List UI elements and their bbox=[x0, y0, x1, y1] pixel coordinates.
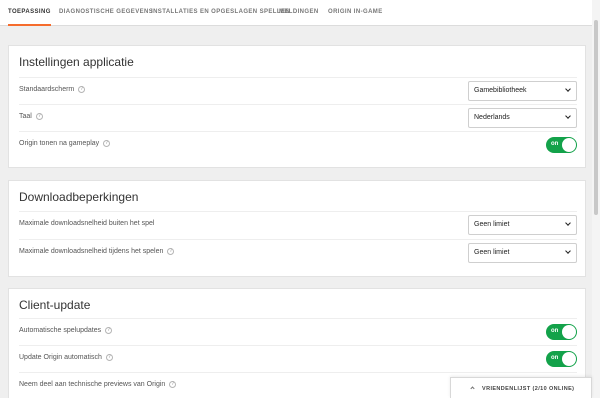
download-limit-outside-dropdown[interactable]: Geen limiet bbox=[468, 215, 577, 235]
setting-row-download-during-game: Maximale downloadsnelheid tijdens het sp… bbox=[19, 239, 577, 266]
setting-label: Automatische spelupdates ? bbox=[19, 327, 113, 334]
tab-toepassing[interactable]: TOEPASSING bbox=[8, 0, 51, 26]
setting-label: Taal ? bbox=[19, 113, 43, 120]
show-origin-toggle[interactable]: on bbox=[546, 137, 577, 153]
toggle-state: on bbox=[551, 141, 559, 147]
setting-label: Maximale downloadsnelheid buiten het spe… bbox=[19, 220, 155, 227]
dropdown-value: Geen limiet bbox=[474, 249, 510, 256]
toggle-knob bbox=[562, 352, 576, 366]
settings-tab-bar: TOEPASSING DIAGNOSTISCHE GEGEVENS INSTAL… bbox=[0, 0, 592, 26]
setting-row-auto-origin-update: Update Origin automatisch ? on bbox=[19, 345, 577, 372]
setting-label: Maximale downloadsnelheid tijdens het sp… bbox=[19, 248, 175, 255]
setting-row-language: Taal ? Nederlands bbox=[19, 104, 577, 131]
toggle-knob bbox=[562, 325, 576, 339]
setting-row-show-in-game: Origin tonen na gameplay ? on bbox=[19, 131, 577, 158]
auto-origin-update-toggle[interactable]: on bbox=[546, 351, 577, 367]
auto-game-updates-toggle[interactable]: on bbox=[546, 324, 577, 340]
default-screen-dropdown[interactable]: Gamebibliotheek bbox=[468, 81, 577, 101]
section-title: Downloadbeperkingen bbox=[19, 190, 139, 204]
setting-row-auto-game-updates: Automatische spelupdates ? on bbox=[19, 318, 577, 345]
help-icon[interactable]: ? bbox=[105, 327, 113, 334]
help-icon[interactable]: ? bbox=[35, 113, 43, 120]
tab-diagnostische-gegevens[interactable]: DIAGNOSTISCHE GEGEVENS bbox=[59, 0, 153, 26]
setting-label: Update Origin automatisch ? bbox=[19, 354, 113, 361]
chevron-down-icon bbox=[565, 220, 571, 226]
toggle-state: on bbox=[551, 355, 559, 361]
friends-list-bar[interactable]: VRIENDENLIJST (2/10 ONLINE) bbox=[450, 377, 592, 398]
dropdown-value: Geen limiet bbox=[474, 221, 510, 228]
setting-label: Origin tonen na gameplay ? bbox=[19, 140, 111, 147]
setting-label: Standaardscherm ? bbox=[19, 86, 86, 93]
help-icon[interactable]: ? bbox=[167, 248, 175, 255]
section-title: Instellingen applicatie bbox=[19, 55, 134, 69]
dropdown-value: Gamebibliotheek bbox=[474, 87, 527, 94]
scrollbar-thumb[interactable] bbox=[594, 20, 598, 215]
toggle-state: on bbox=[551, 328, 559, 334]
toggle-knob bbox=[562, 138, 576, 152]
tab-meldingen[interactable]: MELDINGEN bbox=[279, 0, 319, 26]
setting-row-download-outside-game: Maximale downloadsnelheid buiten het spe… bbox=[19, 211, 577, 238]
help-icon[interactable]: ? bbox=[103, 140, 111, 147]
scrollbar[interactable] bbox=[592, 0, 600, 398]
setting-row-default-screen: Standaardscherm ? Gamebibliotheek bbox=[19, 77, 577, 104]
card-app-settings: Instellingen applicatie Standaardscherm … bbox=[8, 45, 586, 168]
chevron-up-icon bbox=[470, 386, 475, 391]
friends-list-label: VRIENDENLIJST (2/10 ONLINE) bbox=[482, 386, 575, 392]
chevron-down-icon bbox=[565, 248, 571, 254]
download-limit-during-dropdown[interactable]: Geen limiet bbox=[468, 243, 577, 263]
setting-label: Neem deel aan technische previews van Or… bbox=[19, 381, 177, 388]
card-download-limits: Downloadbeperkingen Maximale downloadsne… bbox=[8, 180, 586, 277]
help-icon[interactable]: ? bbox=[105, 354, 113, 361]
chevron-down-icon bbox=[565, 86, 571, 92]
chevron-down-icon bbox=[565, 113, 571, 119]
section-title: Client-update bbox=[19, 298, 91, 312]
language-dropdown[interactable]: Nederlands bbox=[468, 108, 577, 128]
dropdown-value: Nederlands bbox=[474, 114, 510, 121]
tab-origin-in-game[interactable]: ORIGIN IN-GAME bbox=[328, 0, 383, 26]
help-icon[interactable]: ? bbox=[169, 381, 177, 388]
tab-installaties[interactable]: INSTALLATIES EN OPGESLAGEN SPELLEN bbox=[151, 0, 290, 26]
help-icon[interactable]: ? bbox=[78, 86, 86, 93]
